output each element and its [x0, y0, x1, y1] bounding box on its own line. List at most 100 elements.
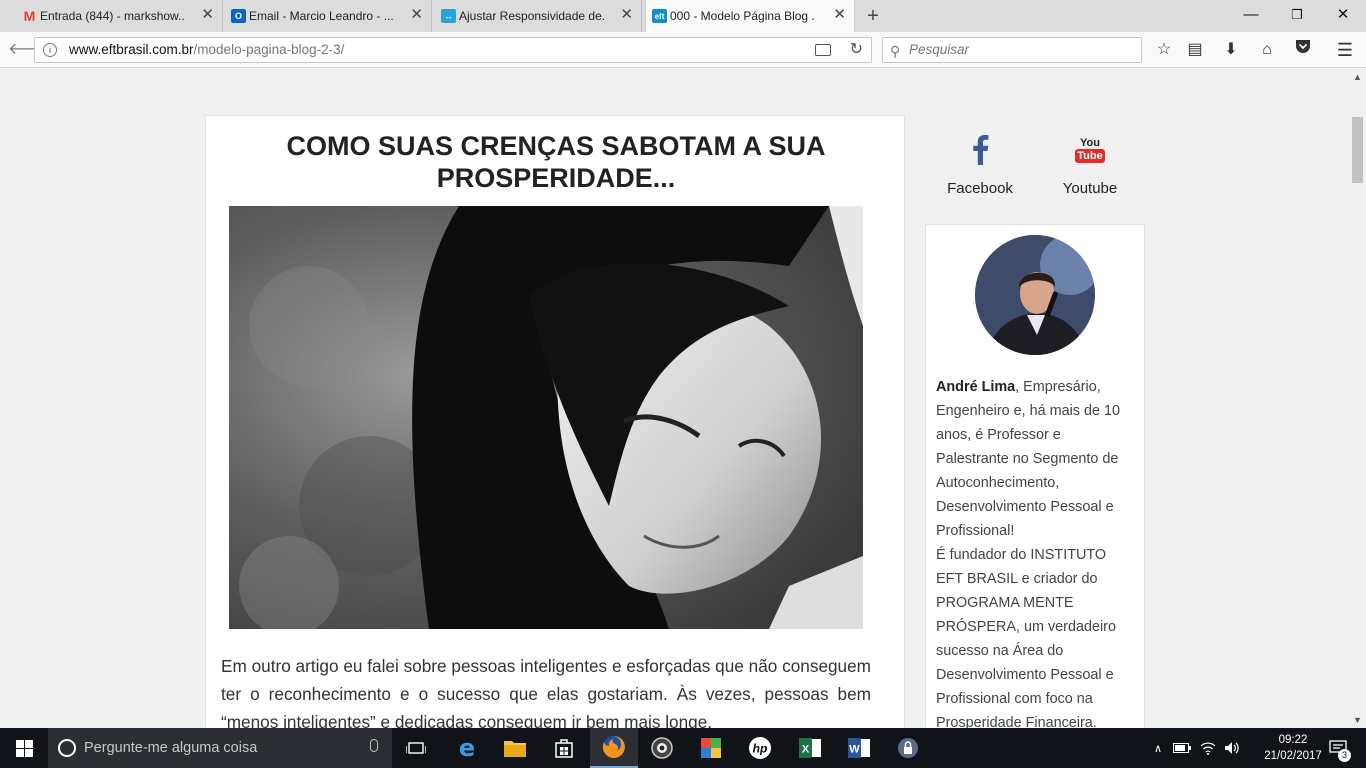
windows-logo-icon: [15, 739, 33, 757]
close-tab-icon[interactable]: ✕: [620, 7, 633, 23]
edge-icon: e: [458, 734, 476, 762]
svg-text:X: X: [802, 744, 810, 756]
author-bio-text: André Lima, Empresário, Engenheiro e, há…: [936, 375, 1136, 728]
search-input[interactable]: ⚲ Pesquisar: [882, 37, 1142, 63]
action-center-button[interactable]: 3: [1320, 728, 1356, 768]
clock-time: 09:22: [1278, 734, 1308, 746]
folder-icon: [504, 741, 526, 757]
task-view-button[interactable]: [392, 728, 440, 768]
pocket-icon[interactable]: [1291, 39, 1315, 61]
system-clock[interactable]: 09:22 21/02/2017: [1258, 732, 1328, 764]
back-button[interactable]: 🡐: [8, 38, 51, 62]
svg-text:hp: hp: [753, 742, 768, 756]
excel-button[interactable]: X: [786, 728, 834, 768]
firefox-taskbar-button[interactable]: [590, 728, 638, 768]
reload-icon[interactable]: ↻: [850, 38, 863, 62]
hp-app-button[interactable]: hp: [736, 728, 784, 768]
word-button[interactable]: W: [835, 728, 883, 768]
webcam-app-icon: [651, 737, 673, 759]
edge-taskbar-button[interactable]: e: [443, 728, 491, 768]
post-title: COMO SUAS CRENÇAS SABOTAM A SUA PROSPERI…: [286, 131, 826, 193]
cortana-placeholder: Pergunte-me alguma coisa: [84, 740, 258, 756]
youtube-logo-bottom: Tube: [1075, 149, 1105, 163]
tab-outlook[interactable]: O Email - Marcio Leandro - ... ✕: [225, 0, 432, 32]
author-bio-part1: , Empresário, Engenheiro e, há mais de 1…: [936, 379, 1121, 539]
search-placeholder: Pesquisar: [909, 42, 970, 57]
facebook-icon: [935, 133, 1025, 167]
clock-date: 21/02/2017: [1264, 750, 1322, 762]
site-icon: ↔: [441, 9, 456, 23]
start-button[interactable]: [0, 728, 48, 768]
reading-list-icon[interactable]: ▤: [1183, 39, 1207, 61]
tab-title: Email - Marcio Leandro - ...: [249, 9, 394, 23]
cortana-search-box[interactable]: Pergunte-me alguma coisa: [48, 728, 392, 768]
youtube-logo-top: You: [1080, 137, 1100, 149]
bookmark-star-icon[interactable]: ☆: [1152, 39, 1176, 61]
close-window-button[interactable]: ✕: [1320, 0, 1366, 32]
search-icon: ⚲: [890, 43, 901, 59]
vpn-app-button[interactable]: [884, 728, 932, 768]
site-info-icon[interactable]: i: [43, 43, 57, 57]
eft-icon: eft: [652, 9, 667, 23]
youtube-link[interactable]: You Tube Youtube: [1045, 133, 1135, 197]
tab-title: Entrada (844) - markshow...: [40, 9, 185, 23]
close-tab-icon[interactable]: ✕: [410, 7, 423, 23]
restore-button[interactable]: ❐: [1274, 0, 1320, 32]
volume-icon[interactable]: [1222, 728, 1242, 768]
url-text: www.eftbrasil.com.br/modelo-pagina-blog-…: [69, 38, 344, 62]
wifi-icon[interactable]: [1198, 728, 1218, 768]
file-explorer-button[interactable]: [491, 728, 539, 768]
lock-app-icon: [898, 738, 918, 758]
firefox-icon: [602, 736, 625, 758]
vertical-scrollbar[interactable]: ▲ ▼: [1349, 69, 1366, 728]
close-tab-icon[interactable]: ✕: [833, 7, 846, 23]
close-tab-icon[interactable]: ✕: [201, 7, 214, 23]
home-icon[interactable]: ⌂: [1255, 39, 1279, 61]
tab-title: 000 - Modelo Página Blog ...: [670, 9, 815, 23]
svg-text:W: W: [849, 744, 860, 756]
scrollbar-thumb[interactable]: [1352, 117, 1363, 183]
windows-taskbar: Pergunte-me alguma coisa e hp X W ∧ 09:2…: [0, 728, 1366, 768]
task-view-icon: [406, 742, 426, 754]
new-tab-button[interactable]: +: [862, 4, 884, 28]
tab-responsividade[interactable]: ↔ Ajustar Responsividade de... ✕: [435, 0, 642, 32]
word-icon: W: [848, 738, 870, 758]
hp-icon: hp: [749, 737, 771, 759]
microphone-icon[interactable]: [370, 739, 378, 752]
facebook-label: Facebook: [947, 180, 1013, 197]
url-path: /modelo-pagina-blog-2-3/: [193, 42, 345, 57]
facebook-link[interactable]: Facebook: [935, 133, 1025, 197]
store-button[interactable]: [540, 728, 588, 768]
app-eye-button[interactable]: [638, 728, 686, 768]
paint-app-icon: [701, 738, 721, 758]
scroll-down-icon[interactable]: ▼: [1353, 715, 1362, 725]
post-image: [229, 206, 863, 629]
tab-gmail[interactable]: M Entrada (844) - markshow... ✕: [16, 0, 223, 32]
cortana-icon: [58, 739, 76, 757]
blog-post: COMO SUAS CRENÇAS SABOTAM A SUA PROSPERI…: [205, 115, 905, 728]
download-icon[interactable]: ⬇: [1219, 39, 1243, 61]
battery-icon[interactable]: [1172, 728, 1192, 768]
youtube-icon: You Tube: [1045, 133, 1135, 167]
tab-title: Ajustar Responsividade de...: [459, 9, 604, 23]
author-name: André Lima: [936, 379, 1016, 395]
notification-count-badge: 3: [1338, 749, 1351, 762]
tab-modelo-pagina-blog[interactable]: eft 000 - Modelo Página Blog ... ✕: [645, 0, 855, 32]
page-viewport: COMO SUAS CRENÇAS SABOTAM A SUA PROSPERI…: [0, 69, 1349, 728]
tab-strip: M Entrada (844) - markshow... ✕ O Email …: [0, 0, 1366, 32]
author-bio-card: André Lima, Empresário, Engenheiro e, há…: [925, 224, 1145, 728]
url-host: www.eftbrasil.com.br: [69, 42, 194, 57]
reader-view-icon[interactable]: [815, 44, 831, 56]
address-bar[interactable]: i www.eftbrasil.com.br/modelo-pagina-blo…: [34, 37, 872, 63]
gmail-icon: M: [23, 8, 36, 24]
scroll-up-icon[interactable]: ▲: [1353, 72, 1362, 82]
excel-icon: X: [799, 738, 821, 758]
youtube-label: Youtube: [1062, 180, 1118, 197]
minimize-button[interactable]: —: [1228, 0, 1274, 32]
store-icon: [555, 739, 573, 758]
paint-app-button[interactable]: [687, 728, 735, 768]
show-hidden-icons-button[interactable]: ∧: [1150, 728, 1166, 768]
menu-icon[interactable]: ☰: [1333, 39, 1357, 61]
post-body-text: Em outro artigo eu falei sobre pessoas i…: [221, 656, 871, 728]
author-bio-part2: É fundador do INSTITUTO EFT BRASIL e cri…: [936, 547, 1116, 728]
